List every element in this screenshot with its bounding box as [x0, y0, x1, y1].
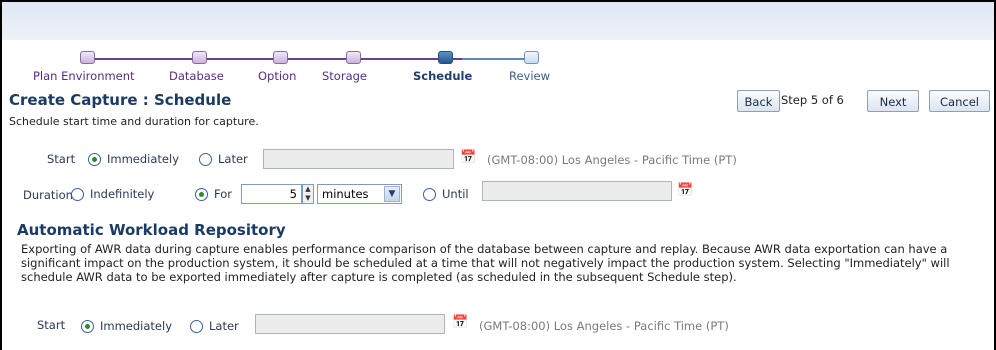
capture-start-label: Start	[47, 152, 76, 166]
awr-section-title: Automatic Workload Repository	[17, 221, 286, 239]
capture-start-later-radio[interactable]	[199, 153, 212, 166]
awr-start-immediately-label[interactable]: Immediately	[100, 319, 172, 333]
capture-start-immediately-label[interactable]: Immediately	[107, 152, 179, 166]
back-button[interactable]: Back	[737, 90, 780, 112]
train-step-review: Review	[509, 69, 551, 83]
train-node-database[interactable]	[192, 51, 207, 64]
train-connector-future	[462, 58, 532, 60]
page-title: Create Capture : Schedule	[9, 91, 232, 109]
train-step-schedule: Schedule	[413, 69, 473, 83]
window-left-border	[0, 0, 2, 350]
duration-indefinitely-radio[interactable]	[71, 188, 84, 201]
duration-unit-value: minutes	[322, 187, 369, 201]
capture-start-timezone: (GMT-08:00) Los Angeles - Pacific Time (…	[487, 153, 737, 167]
capture-start-later-label[interactable]: Later	[218, 152, 248, 166]
duration-until-radio[interactable]	[423, 188, 436, 201]
awr-description: Exporting of AWR data during capture ena…	[21, 242, 950, 284]
duration-until-label[interactable]: Until	[442, 187, 469, 201]
awr-start-timezone: (GMT-08:00) Los Angeles - Pacific Time (…	[479, 319, 729, 333]
calendar-icon[interactable]: 📅	[452, 315, 470, 331]
step-indicator: Step 5 of 6	[781, 93, 844, 107]
train-node-option[interactable]	[273, 51, 288, 64]
awr-start-date-input[interactable]	[255, 314, 445, 334]
duration-amount-stepper[interactable]: ▲ ▼	[302, 184, 314, 204]
duration-amount-input[interactable]: 5	[241, 184, 302, 204]
duration-label: Duration	[23, 188, 73, 202]
awr-start-immediately-radio[interactable]	[81, 320, 94, 333]
awr-start-later-radio[interactable]	[190, 320, 203, 333]
duration-unit-select[interactable]: minutes ▼	[317, 184, 402, 204]
page-subtitle: Schedule start time and duration for cap…	[9, 115, 259, 128]
train-step-storage[interactable]: Storage	[322, 69, 367, 83]
train-node-review	[524, 51, 539, 64]
capture-start-date-input[interactable]	[263, 149, 454, 169]
calendar-icon[interactable]: 📅	[677, 183, 695, 199]
train-step-option[interactable]: Option	[258, 69, 296, 83]
duration-until-date-input[interactable]	[482, 181, 672, 201]
cancel-button[interactable]: Cancel	[929, 90, 990, 112]
next-button[interactable]: Next	[867, 90, 919, 112]
duration-for-label[interactable]: For	[214, 187, 232, 201]
train-step-database[interactable]: Database	[169, 69, 224, 83]
calendar-icon[interactable]: 📅	[460, 150, 478, 166]
train-node-plan-environment[interactable]	[80, 51, 95, 64]
train-step-plan-environment[interactable]: Plan Environment	[33, 69, 135, 83]
duration-indefinitely-label[interactable]: Indefinitely	[90, 187, 154, 201]
duration-for-radio[interactable]	[195, 188, 208, 201]
train-node-schedule	[438, 51, 453, 64]
chevron-down-icon[interactable]: ▼	[384, 186, 400, 202]
awr-start-label: Start	[37, 318, 66, 332]
window-top-border	[0, 0, 996, 2]
awr-start-later-label[interactable]: Later	[209, 319, 239, 333]
capture-start-immediately-radio[interactable]	[88, 153, 101, 166]
header-band	[0, 0, 996, 40]
train-node-storage[interactable]	[346, 51, 361, 64]
